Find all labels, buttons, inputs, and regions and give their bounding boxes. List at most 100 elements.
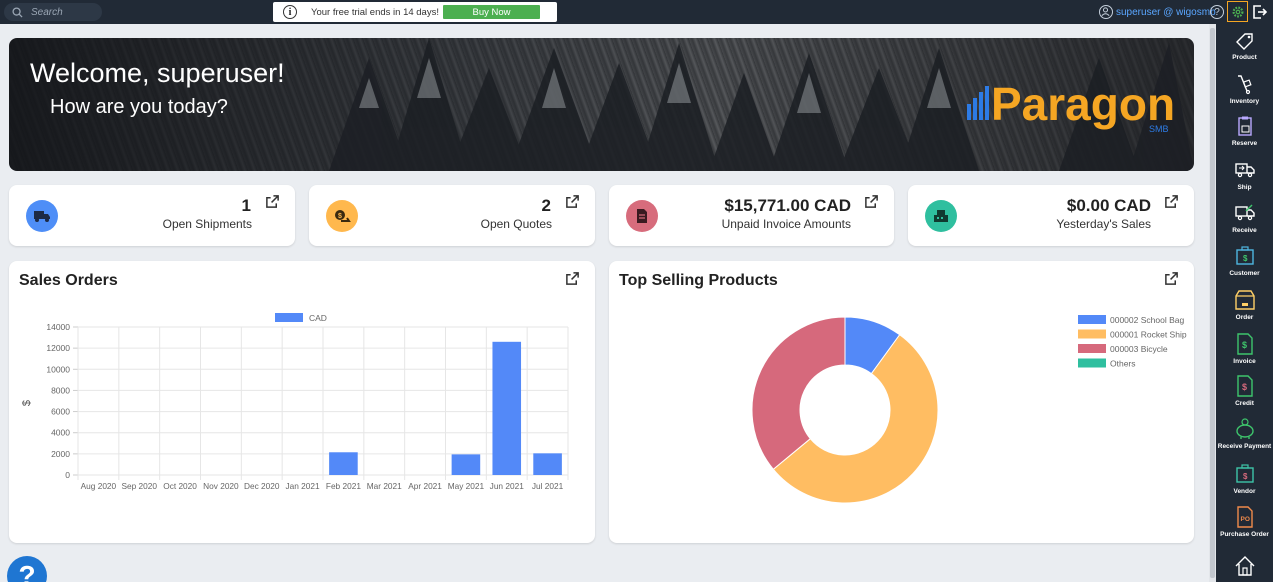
logo-sub: SMB	[1149, 124, 1169, 134]
yesterday-sales-card[interactable]: $0.00 CAD Yesterday's Sales	[908, 185, 1194, 246]
piggy-bank-icon	[1235, 418, 1254, 439]
external-link-icon[interactable]	[864, 194, 879, 209]
sidebar-item-credit[interactable]: $ Credit	[1216, 374, 1273, 407]
trial-text: Your free trial ends in 14 days!	[311, 6, 439, 18]
logout-icon[interactable]	[1252, 4, 1268, 20]
unpaid-invoices-value: $15,771.00 CAD	[724, 196, 851, 215]
bar-jul-2021	[533, 453, 562, 475]
home-icon	[1235, 556, 1254, 576]
welcome-subtitle: How are you today?	[50, 96, 228, 118]
sidebar-item-label: Invoice	[1233, 358, 1256, 365]
yesterday-sales-label: Yesterday's Sales	[1056, 217, 1151, 231]
sidebar-item-label: Reserve	[1231, 140, 1258, 147]
x-tick-label: Aug 2020	[81, 481, 117, 491]
sidebar-item-ship[interactable]: Ship	[1216, 158, 1273, 191]
svg-text:$: $	[1242, 382, 1247, 392]
open-shipments-card[interactable]: 1 Open Shipments	[9, 185, 295, 246]
search-placeholder: Search	[31, 6, 63, 18]
x-tick-label: Apr 2021	[408, 481, 442, 491]
sidebar-item-label: Credit	[1235, 400, 1254, 407]
legend-swatch	[1078, 344, 1106, 353]
sidebar-item-label: Inventory	[1229, 98, 1260, 105]
truck-icon	[26, 200, 58, 232]
top-selling-panel: Top Selling Products 000002 School Bag 00…	[609, 261, 1194, 543]
y-tick-label: 8000	[51, 385, 70, 395]
vendor-icon: $	[1235, 464, 1254, 483]
receive-truck-icon	[1234, 204, 1255, 221]
user-label: superuser @ wigosmb	[1116, 6, 1216, 18]
yesterday-sales-value: $0.00 CAD	[1066, 196, 1151, 215]
sidebar-item-label: Order	[1235, 314, 1254, 321]
y-tick-label: 6000	[51, 407, 70, 417]
sidebar-item-label: Product	[1232, 54, 1257, 61]
legend-swatch	[275, 313, 303, 322]
sidebar-item-label: Customer	[1229, 270, 1260, 277]
credit-doc-icon: $	[1236, 375, 1253, 397]
x-tick-label: Dec 2020	[244, 481, 280, 491]
sidebar-item-label: Vendor	[1233, 488, 1256, 495]
external-link-icon[interactable]	[1164, 194, 1179, 209]
paragon-logo: Paragon SMB	[967, 78, 1175, 134]
customer-icon: $	[1235, 246, 1254, 265]
welcome-banner: Welcome, superuser! How are you today? P…	[9, 38, 1194, 171]
open-quotes-card[interactable]: $ 2 Open Quotes	[309, 185, 595, 246]
top-bar: Search i Your free trial ends in 14 days…	[0, 0, 1273, 24]
x-tick-label: Feb 2021	[326, 481, 361, 491]
hand-truck-icon	[1237, 75, 1252, 95]
bar-jun-2021	[492, 341, 522, 475]
open-quotes-label: Open Quotes	[480, 217, 552, 231]
x-tick-label: Jan 2021	[286, 481, 321, 491]
y-tick-label: 10000	[46, 364, 70, 374]
gear-icon	[1232, 6, 1243, 17]
legend-label: 000002 School Bag	[1110, 315, 1184, 325]
sidebar-item-purchase-order[interactable]: PO Purchase Order	[1216, 505, 1273, 538]
sidebar-item-label: Ship	[1237, 184, 1252, 191]
help-icon[interactable]: ?	[1210, 5, 1224, 19]
sidebar-item-reserve[interactable]: Reserve	[1216, 114, 1273, 147]
sidebar-item-inventory[interactable]: Inventory	[1216, 72, 1273, 105]
legend-swatch	[1078, 315, 1106, 324]
x-tick-label: May 2021	[448, 481, 485, 491]
info-icon: i	[283, 5, 297, 19]
order-box-icon	[1234, 290, 1255, 310]
slice-2	[751, 316, 846, 470]
sidebar-item-receive-payment[interactable]: Receive Payment	[1216, 417, 1273, 450]
svg-text:$: $	[1243, 254, 1248, 263]
sidebar-item-home[interactable]	[1216, 554, 1273, 580]
y-tick-label: 12000	[46, 343, 70, 353]
svg-text:$: $	[1243, 472, 1248, 481]
x-tick-label: Mar 2021	[367, 481, 402, 491]
sidebar-item-receive[interactable]: Receive	[1216, 201, 1273, 234]
search-input[interactable]: Search	[4, 3, 102, 21]
bar-may-2021	[451, 454, 481, 475]
user-icon	[1099, 5, 1113, 19]
trial-banner: i Your free trial ends in 14 days! Buy N…	[273, 2, 557, 22]
sidebar-item-label: Receive	[1232, 227, 1257, 234]
open-quotes-value: 2	[541, 196, 551, 215]
sidebar-item-invoice[interactable]: $ Invoice	[1216, 332, 1273, 365]
scrollbar-thumb[interactable]	[1210, 28, 1215, 578]
sidebar-item-vendor[interactable]: $ Vendor	[1216, 462, 1273, 495]
tag-icon	[1235, 33, 1253, 50]
legend-label: 000001 Rocket Ship	[1110, 330, 1187, 340]
welcome-heading: Welcome, superuser!	[30, 58, 285, 88]
legend-label: Others	[1110, 359, 1136, 369]
top-selling-chart: 000002 School Bag 000001 Rocket Ship 00000…	[751, 315, 1187, 504]
user-menu[interactable]: superuser @ wigosmb	[1099, 4, 1216, 20]
logo-text: Paragon	[991, 78, 1175, 130]
buy-now-button[interactable]: Buy Now	[443, 5, 540, 19]
svg-text:$: $	[1242, 340, 1247, 350]
settings-button[interactable]	[1227, 1, 1248, 22]
sidebar-item-customer[interactable]: $ Customer	[1216, 244, 1273, 277]
external-link-icon[interactable]	[565, 194, 580, 209]
po-doc-icon: PO	[1236, 506, 1253, 528]
external-link-icon[interactable]	[265, 194, 280, 209]
sidebar-item-order[interactable]: Order	[1216, 288, 1273, 321]
unpaid-invoices-card[interactable]: $15,771.00 CAD Unpaid Invoice Amounts	[609, 185, 894, 246]
open-shipments-label: Open Shipments	[162, 217, 252, 231]
x-tick-label: Nov 2020	[203, 481, 239, 491]
sidebar-item-product[interactable]: Product	[1216, 28, 1273, 61]
help-button[interactable]: ?	[7, 556, 47, 582]
clipboard-icon	[1237, 116, 1252, 136]
right-sidebar: Product Inventory Reserve Ship Receive $ Custo…	[1216, 24, 1273, 582]
